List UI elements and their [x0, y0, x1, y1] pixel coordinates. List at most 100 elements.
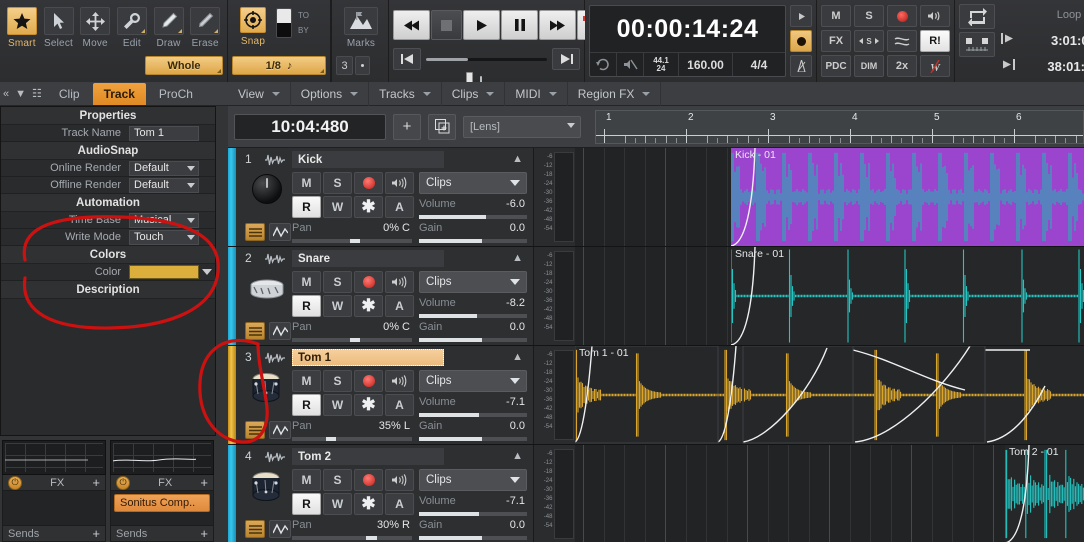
collapse-chevrons-icon[interactable]: ▲ — [512, 153, 523, 165]
marks-button[interactable]: Marks — [336, 3, 386, 51]
track-name-field[interactable]: Snare — [292, 250, 444, 267]
lens-dropdown[interactable]: [Lens] — [463, 115, 581, 138]
track-color-strip[interactable] — [228, 247, 236, 345]
punch-record-button[interactable] — [959, 32, 995, 57]
track-color-strip[interactable] — [228, 346, 236, 444]
track-gain-fader[interactable]: Gain 0.0 — [419, 320, 527, 342]
chevron-down-icon[interactable] — [202, 269, 212, 275]
tool-move[interactable]: Move — [77, 3, 113, 51]
fx-plugin-chip[interactable]: Sonitus Comp.. — [114, 494, 210, 513]
tom-drum-icon[interactable] — [248, 370, 286, 406]
time-signature-value[interactable]: 4/4 — [733, 58, 785, 72]
track-input-echo-button[interactable] — [385, 469, 414, 491]
track-meter-zone[interactable]: -6 -12 -18 -24 -30 -36 -42 -48 -54 — [533, 346, 575, 444]
track-automation-read-button[interactable]: R — [292, 493, 321, 515]
track-fx-bin-toggle[interactable] — [245, 322, 265, 340]
track-solo-button[interactable]: S — [323, 469, 352, 491]
now-time-readout[interactable]: 10:04:480 — [234, 113, 386, 140]
track-solo-button[interactable]: S — [323, 370, 352, 392]
marks-menu-button[interactable] — [355, 56, 370, 75]
power-icon[interactable]: ⏻ — [116, 475, 130, 490]
big-time-readout[interactable]: 00:00:14:24 — [590, 6, 785, 52]
track-automation-lane-toggle[interactable] — [269, 421, 291, 439]
track-volume-knob[interactable] — [252, 174, 282, 204]
track-arm-automation-button[interactable]: A — [385, 295, 414, 317]
track-volume-fader[interactable]: Volume -7.1 — [419, 395, 527, 417]
track-automation-lane-toggle[interactable] — [269, 322, 291, 340]
record-arm-exclamation-button[interactable]: R! — [920, 30, 950, 52]
track-mute-button[interactable]: M — [292, 271, 321, 293]
inspector-row-time-base[interactable]: Time Base Musical — [1, 212, 215, 229]
audio-clip[interactable]: Tom 2 - 01 — [1005, 445, 1084, 542]
track-name-field[interactable]: Kick — [292, 151, 444, 168]
tool-select[interactable]: Select — [41, 3, 77, 51]
go-to-start-button[interactable] — [393, 48, 421, 70]
track-name-field[interactable]: Tom 1 — [129, 125, 199, 141]
snap-resolution-button[interactable]: 1/8 ♪ — [232, 56, 326, 75]
offline-render-dropdown[interactable]: Default — [129, 177, 199, 193]
menu-tracks[interactable]: Tracks — [369, 81, 442, 106]
menu-region-fx[interactable]: Region FX — [568, 81, 662, 106]
metronome-button[interactable] — [790, 55, 812, 77]
dock-panel-icon[interactable]: ☷ — [32, 87, 46, 100]
plus-icon[interactable]: + — [200, 475, 208, 490]
track-meter-zone[interactable]: -6 -12 -18 -24 -30 -36 -42 -48 -54 — [533, 445, 575, 542]
track-row[interactable]: 1 Kick ▲ M S R W ✱ A Clips Volume -6.0 Gain 0.0 Pan 0% … — [228, 148, 1084, 247]
plus-icon[interactable]: + — [92, 526, 100, 541]
track-fx-bin-toggle[interactable] — [245, 520, 265, 538]
double-left-arrow-icon[interactable]: « — [3, 88, 13, 100]
track-volume-fader[interactable]: Volume -8.2 — [419, 296, 527, 318]
transport-play-small-button[interactable] — [790, 5, 812, 27]
track-input-echo-button[interactable] — [385, 271, 414, 293]
track-input-echo-button[interactable] — [385, 370, 414, 392]
track-gain-fader[interactable]: Gain 0.0 — [419, 221, 527, 243]
track-pan-control[interactable]: Pan 30% R — [292, 518, 412, 540]
menu-view[interactable]: View — [228, 81, 291, 106]
oversample-button[interactable]: 2x — [887, 55, 917, 77]
fx-bypass-button[interactable]: FX — [821, 30, 851, 52]
dim-button[interactable]: DIM — [854, 55, 884, 77]
time-base-dropdown[interactable]: Musical — [129, 212, 199, 228]
track-mute-button[interactable]: M — [292, 370, 321, 392]
track-color-strip[interactable] — [228, 148, 236, 246]
sends-bypass-button[interactable]: S — [854, 30, 884, 52]
track-meter-zone[interactable]: -6 -12 -18 -24 -30 -36 -42 -48 -54 — [533, 247, 575, 345]
tool-erase[interactable]: Erase — [187, 3, 223, 51]
track-automation-write-button[interactable]: W — [323, 394, 352, 416]
track-automation-write-button[interactable]: W — [323, 196, 352, 218]
interleave-button[interactable] — [887, 30, 917, 52]
track-pan-control[interactable]: Pan 35% L — [292, 419, 412, 441]
write-mode-dropdown[interactable]: Touch — [129, 229, 199, 245]
inspector-row-offline-render[interactable]: Offline Render Default — [1, 177, 215, 194]
inspector-row-track-name[interactable]: Track Name Tom 1 — [1, 125, 215, 142]
track-clips-dropdown[interactable]: Clips — [419, 172, 527, 194]
clip-fade-in-curve[interactable] — [1005, 445, 1045, 542]
track-automation-read-button[interactable]: R — [292, 196, 321, 218]
solo-all-button[interactable]: S — [854, 5, 884, 27]
timeline-ruler[interactable]: 1 2 3 4 5 6 — [595, 110, 1084, 144]
collapse-chevrons-icon[interactable]: ▲ — [512, 450, 523, 462]
pause-button[interactable] — [501, 10, 538, 40]
inspector-row-online-render[interactable]: Online Render Default — [1, 160, 215, 177]
online-render-dropdown[interactable]: Default — [129, 160, 199, 176]
plus-icon[interactable]: + — [92, 475, 100, 490]
track-clips-dropdown[interactable]: Clips — [419, 469, 527, 491]
audio-clip[interactable]: Kick - 01 — [731, 148, 1084, 246]
track-clip-lane[interactable]: Snare - 01 — [575, 247, 1084, 345]
track-arm-automation-button[interactable]: A — [385, 196, 414, 218]
tab-track[interactable]: Track — [92, 82, 146, 105]
tool-draw[interactable]: Draw — [151, 3, 187, 51]
chevron-down-icon[interactable]: ▼ — [15, 88, 30, 100]
track-mute-button[interactable]: M — [292, 172, 321, 194]
track-row[interactable]: 2 Snare ▲ M S R W ✱ A Clips Volume -8.2 Gain 0.0 Pan 0%… — [228, 247, 1084, 346]
track-mute-button[interactable]: M — [292, 469, 321, 491]
track-meter-zone[interactable]: -6 -12 -18 -24 -30 -36 -42 -48 -54 — [533, 148, 575, 246]
menu-clips[interactable]: Clips — [442, 81, 506, 106]
fx-slots-left[interactable] — [2, 491, 106, 527]
track-record-arm-button[interactable] — [354, 370, 383, 392]
menu-midi[interactable]: MIDI — [505, 81, 568, 106]
fast-forward-button[interactable] — [539, 10, 576, 40]
track-gain-fader[interactable]: Gain 0.0 — [419, 518, 527, 540]
inspector-row-color[interactable]: Color — [1, 264, 215, 281]
track-automation-read-button[interactable]: R — [292, 295, 321, 317]
